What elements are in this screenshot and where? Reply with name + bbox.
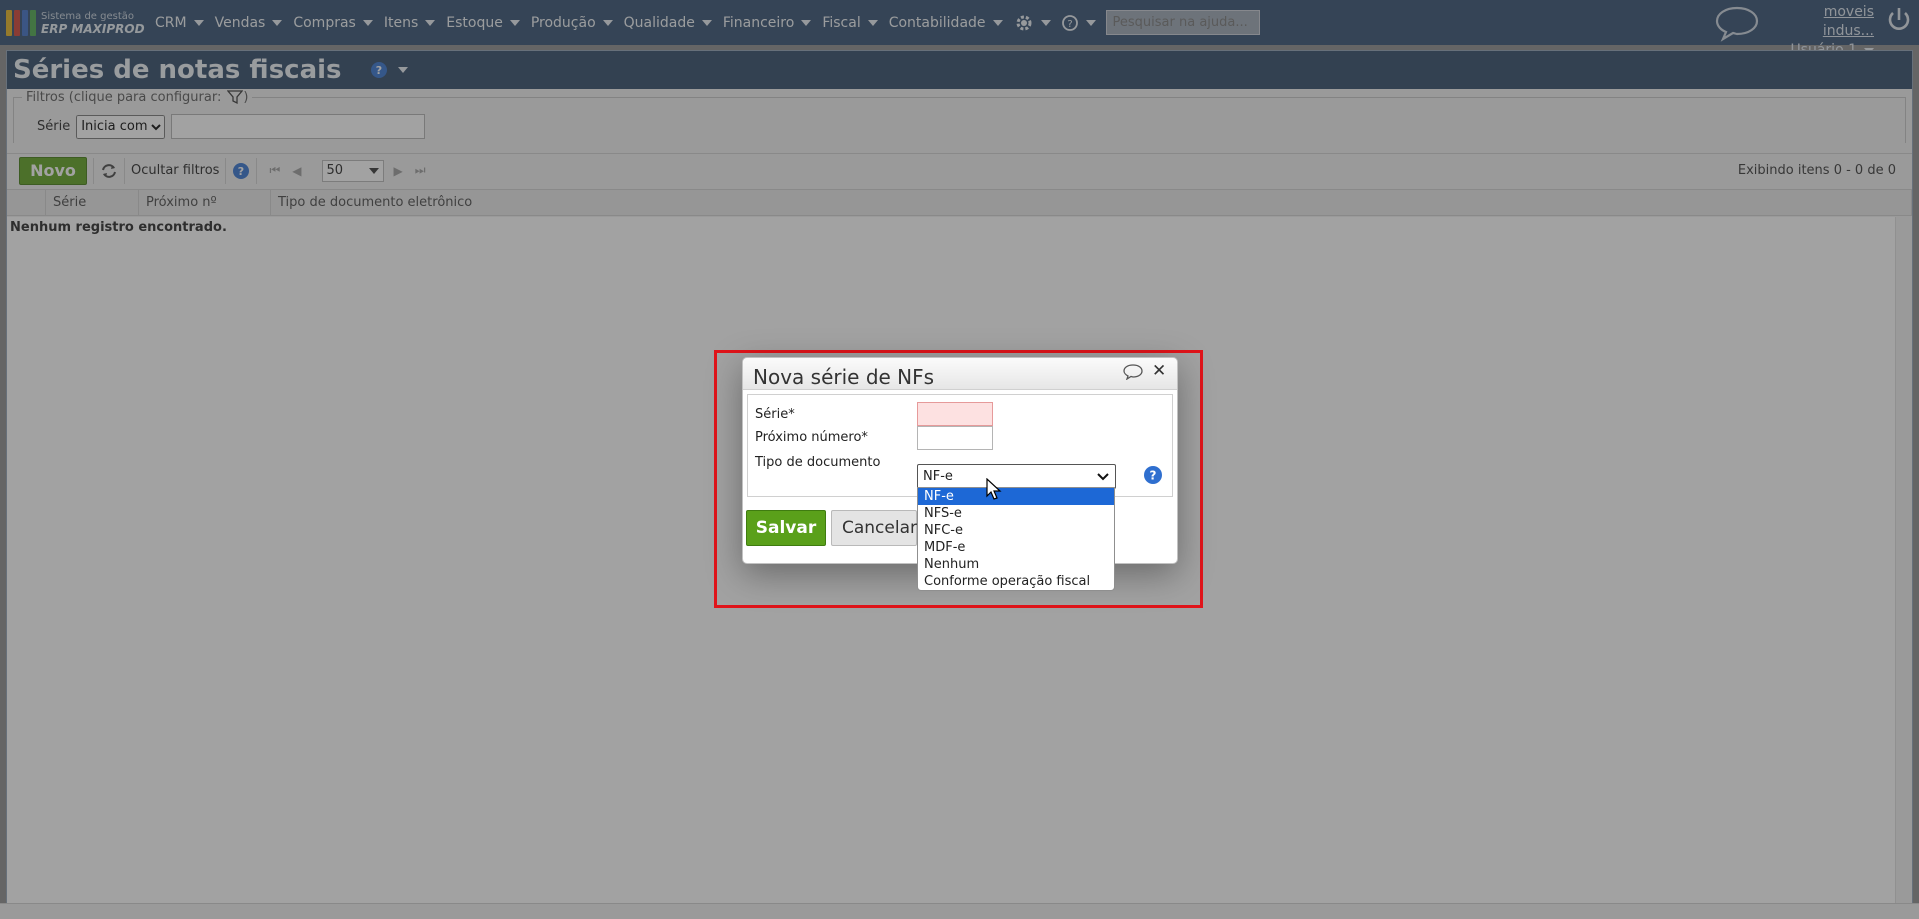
svg-text:?: ? (1150, 469, 1157, 483)
option-nfe[interactable]: NF-e (918, 488, 1114, 505)
save-button[interactable]: Salvar (746, 510, 826, 546)
serie-input[interactable] (917, 402, 993, 426)
tipo-documento-options: NF-e NFS-e NFC-e MDF-e Nenhum Conforme o… (917, 487, 1115, 591)
help-icon[interactable]: ? (1143, 465, 1163, 485)
proximo-numero-label: Próximo número* (755, 430, 868, 445)
serie-label: Série* (755, 407, 795, 422)
close-icon[interactable]: ✕ (1152, 361, 1166, 381)
option-conforme-operacao[interactable]: Conforme operação fiscal (918, 573, 1114, 590)
option-nfse[interactable]: NFS-e (918, 505, 1114, 522)
option-nfce[interactable]: NFC-e (918, 522, 1114, 539)
tipo-documento-value: NF-e (923, 469, 953, 484)
tipo-documento-select[interactable]: NF-e (917, 464, 1116, 489)
dialog-title: Nova série de NFs (753, 365, 935, 389)
option-nenhum[interactable]: Nenhum (918, 556, 1114, 573)
mouse-cursor-icon (986, 478, 1002, 500)
comment-icon[interactable] (1123, 364, 1143, 380)
dialog-header: Nova série de NFs ✕ (743, 358, 1177, 390)
dialog-form: Série* Próximo número* Tipo de documento… (747, 394, 1173, 497)
tipo-documento-label: Tipo de documento (755, 455, 881, 470)
cancel-button[interactable]: Cancelar (831, 510, 917, 546)
option-mdfe[interactable]: MDF-e (918, 539, 1114, 556)
proximo-numero-input[interactable] (917, 426, 993, 450)
chevron-down-icon (1097, 472, 1109, 480)
